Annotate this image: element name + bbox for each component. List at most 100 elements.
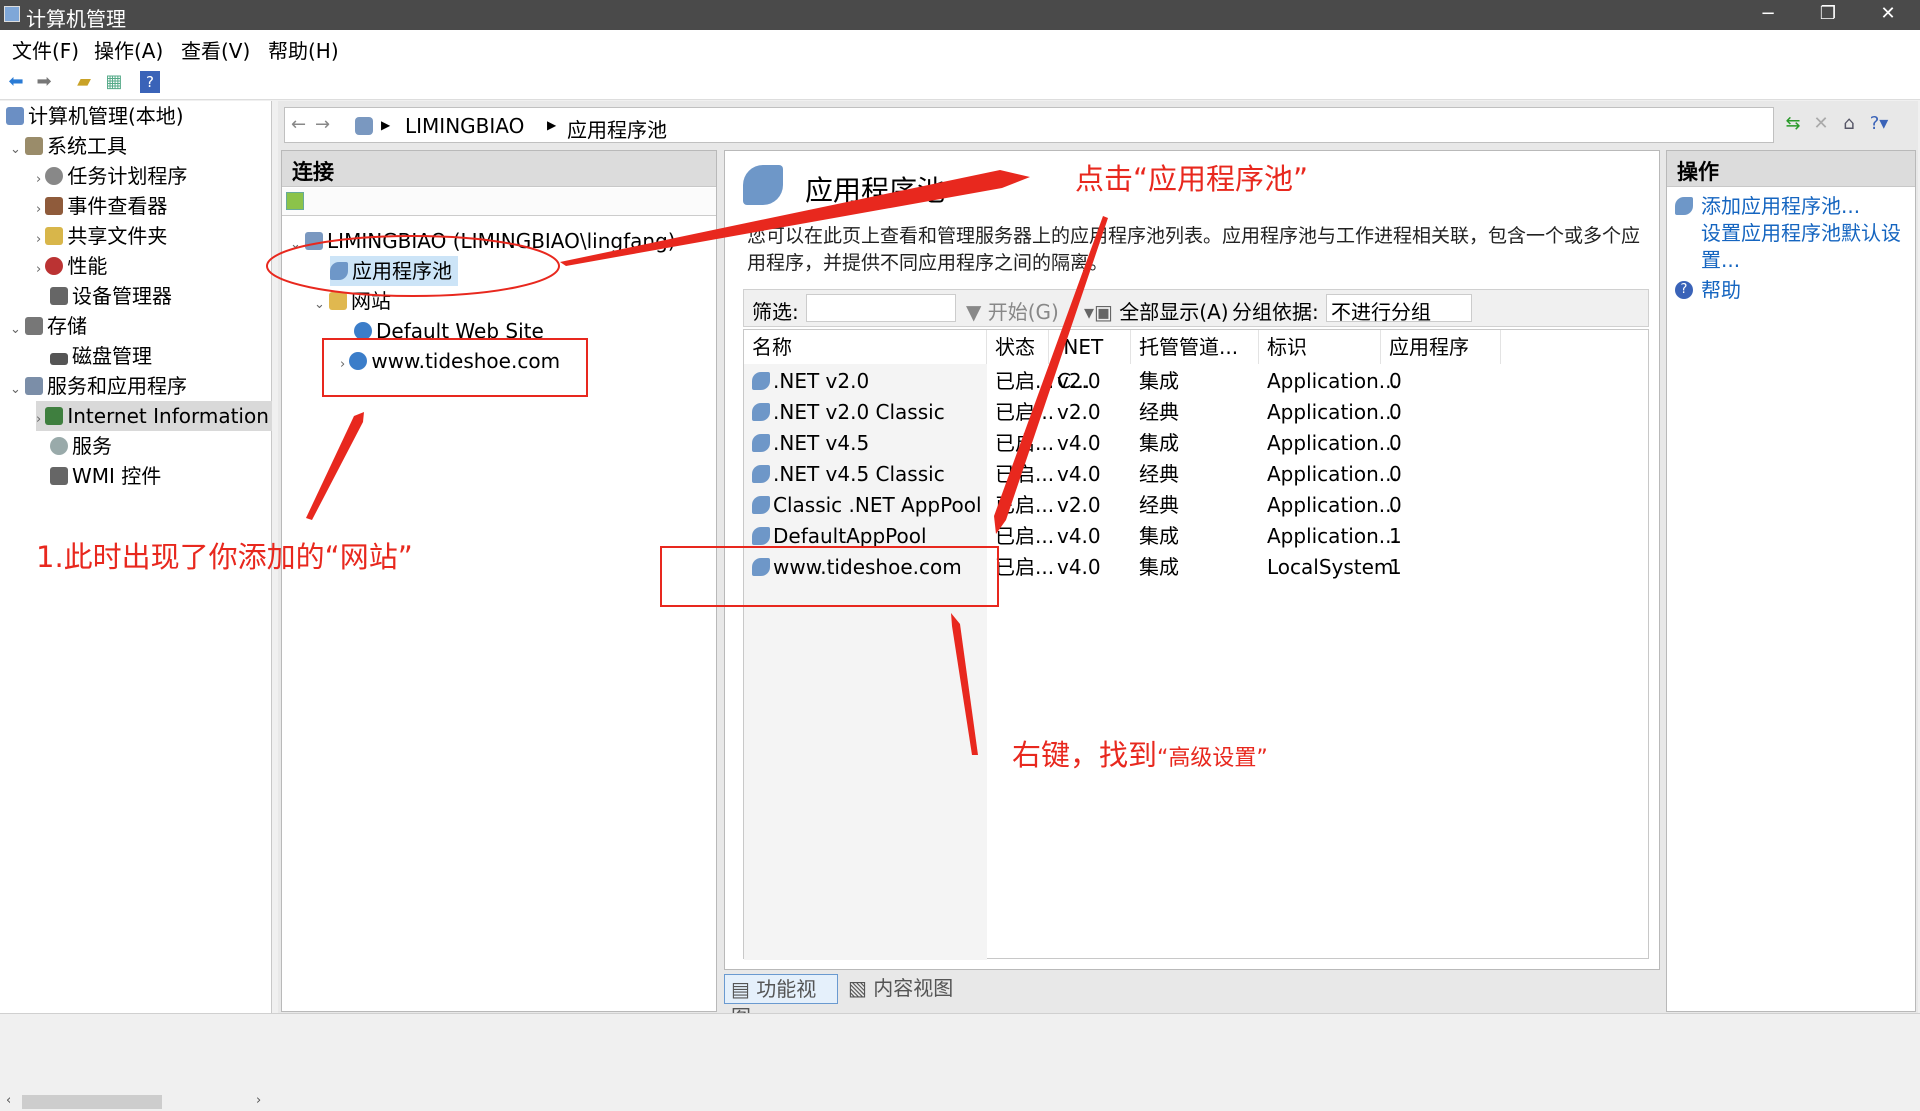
col-pipeline[interactable]: 托管管道... — [1131, 330, 1259, 364]
tree-root[interactable]: 计算机管理(本地) — [6, 101, 184, 131]
conn-custom-site[interactable]: › www.tideshoe.com — [340, 346, 560, 376]
table-row[interactable]: DefaultAppPool 已启... v4.0 集成 Application... 1 — [744, 521, 1648, 552]
table-cell: 经典 — [1139, 493, 1179, 517]
conn-default-site[interactable]: Default Web Site — [354, 316, 544, 346]
menu-view[interactable]: 查看(V) — [181, 35, 250, 64]
annotation-site-appeared: 1.此时出现了你添加的“网站” — [36, 540, 413, 574]
show-all-icon: ▾▣ — [1084, 300, 1120, 324]
globe-icon — [349, 352, 368, 370]
horizontal-scrollbar[interactable]: ‹ › — [2, 1093, 270, 1111]
table-cell: 经典 — [1139, 462, 1179, 486]
tab-features-view[interactable]: ▤ 功能视图 — [724, 974, 838, 1029]
sites-folder-icon — [329, 292, 348, 310]
table-cell: v4.0 — [1057, 555, 1101, 579]
actions-pane: 操作 添加应用程序池... 设置应用程序池默认设置... ? 帮助 — [1666, 150, 1916, 1012]
table-cell: 0 — [1389, 369, 1402, 393]
nav-back-icon[interactable]: ← — [291, 114, 306, 135]
storage-icon — [25, 317, 44, 335]
minimize-button[interactable]: − — [1740, 0, 1796, 30]
pool-name-cell: Classic .NET AppPool — [752, 490, 982, 521]
tree-device-manager[interactable]: 设备管理器 — [50, 281, 172, 311]
col-status[interactable]: 状态 — [987, 330, 1049, 364]
new-connection-icon[interactable] — [286, 192, 304, 210]
tree-storage[interactable]: ⌄ 存储 — [10, 311, 87, 341]
tree-task-scheduler[interactable]: › 任务计划程序 — [36, 161, 187, 191]
tree-iis-manager[interactable]: › Internet Information — [36, 401, 272, 431]
table-cell: 已启... — [995, 400, 1055, 424]
table-cell: v4.0 — [1057, 462, 1101, 486]
menu-help[interactable]: 帮助(H) — [268, 35, 339, 64]
menu-action[interactable]: 操作(A) — [94, 35, 163, 64]
table-row[interactable]: .NET v2.0 Classic 已启... v2.0 经典 Application.… — [744, 397, 1648, 428]
back-arrow-icon[interactable]: ⬅ — [4, 71, 28, 93]
table-cell: 集成 — [1139, 524, 1179, 548]
scroll-right-icon[interactable]: › — [256, 1093, 261, 1108]
tree-disk-management[interactable]: 磁盘管理 — [50, 341, 152, 371]
set-pool-defaults-link[interactable]: 设置应用程序池默认设置... — [1701, 220, 1907, 274]
wmi-icon — [50, 467, 68, 485]
filter-input[interactable] — [806, 294, 956, 322]
maximize-button[interactable]: ❐ — [1800, 0, 1856, 30]
up-folder-icon[interactable]: ▰ — [72, 71, 96, 93]
tree-event-viewer[interactable]: › 事件查看器 — [36, 191, 167, 221]
group-by-label: 分组依据: — [1232, 300, 1319, 324]
stop-icon[interactable]: ✕ — [1808, 110, 1834, 138]
add-app-pool-link[interactable]: 添加应用程序池... — [1701, 193, 1911, 220]
filter-start-button[interactable]: ▼ 开始(G) — [966, 296, 1059, 325]
table-row[interactable]: .NET v2.0 已启... v2.0 集成 Application... 0 — [744, 366, 1648, 397]
forward-arrow-icon[interactable]: ➡ — [32, 71, 56, 93]
table-row[interactable]: Classic .NET AppPool 已启... v2.0 经典 Applicati… — [744, 490, 1648, 521]
tree-services[interactable]: 服务 — [50, 431, 112, 461]
annotation-click-pools: 点击“应用程序池” — [1075, 162, 1309, 196]
col-identity[interactable]: 标识 — [1259, 330, 1381, 364]
col-applications[interactable]: 应用程序 — [1381, 330, 1501, 364]
tree-services-apps[interactable]: ⌄ 服务和应用程序 — [10, 371, 187, 401]
breadcrumb-server[interactable]: LIMINGBIAO — [405, 114, 524, 138]
table-row[interactable]: .NET v4.5 Classic 已启... v4.0 经典 Application.… — [744, 459, 1648, 490]
table-cell: 集成 — [1139, 555, 1179, 579]
menu-file[interactable]: 文件(F) — [12, 35, 79, 64]
group-by-select[interactable]: 不进行分组 — [1326, 294, 1472, 324]
conn-app-pools[interactable]: 应用程序池 — [330, 256, 458, 286]
app-pool-icon — [752, 558, 770, 576]
refresh-icon[interactable]: ⇆ — [1780, 110, 1806, 138]
col-dotnet-clr[interactable]: .NET C... — [1049, 330, 1131, 393]
table-row[interactable]: www.tideshoe.com 已启... v4.0 集成 LocalSystem 1 — [744, 552, 1648, 583]
col-name[interactable]: 名称 — [744, 330, 987, 364]
nav-forward-icon[interactable]: → — [315, 114, 330, 135]
breadcrumb-separator: ▶ — [381, 118, 391, 132]
close-button[interactable]: ✕ — [1860, 0, 1916, 30]
table-cell: 已启... — [995, 431, 1055, 455]
app-pools-grid: 名称 状态 .NET C... 托管管道... 标识 应用程序 .NET v2.… — [743, 329, 1649, 960]
conn-server-node[interactable]: ⌄ LIMINGBIAO (LIMINGBIAO\lingfang) — [290, 226, 676, 256]
tree-performance[interactable]: › 性能 — [36, 251, 107, 281]
help-icon[interactable]: ? — [140, 71, 160, 93]
help-dropdown-icon[interactable]: ?▾ — [1866, 110, 1892, 138]
breadcrumb-page[interactable]: 应用程序池 — [567, 114, 667, 143]
table-cell: 0 — [1389, 493, 1402, 517]
window-title: 计算机管理 — [26, 7, 126, 31]
tree-wmi-control[interactable]: WMI 控件 — [50, 461, 161, 491]
table-cell: 已启... — [995, 462, 1055, 486]
table-row[interactable]: .NET v4.5 已启... v4.0 集成 Application... 0 — [744, 428, 1648, 459]
connections-header: 连接 — [282, 151, 716, 187]
scrollbar-thumb[interactable] — [22, 1095, 162, 1109]
table-cell: v2.0 — [1057, 400, 1101, 424]
connections-toolbar — [282, 188, 716, 216]
breadcrumb-separator: ▶ — [547, 118, 557, 132]
tab-content-view[interactable]: ▧ 内容视图 — [842, 974, 962, 1004]
show-hide-tree-icon[interactable]: ▦ — [102, 71, 126, 93]
app-pool-icon — [752, 496, 770, 514]
tree-system-tools[interactable]: ⌄ 系统工具 — [10, 131, 127, 161]
server-icon — [305, 232, 324, 250]
actions-help-link[interactable]: 帮助 — [1701, 277, 1741, 304]
scroll-left-icon[interactable]: ‹ — [6, 1093, 11, 1108]
show-all-button[interactable]: ▾▣ 全部显示(A) — [1084, 296, 1229, 325]
help-icon: ? — [1675, 281, 1693, 299]
globe-icon — [354, 322, 372, 340]
home-icon[interactable]: ⌂ — [1836, 110, 1862, 138]
tree-shared-folders[interactable]: › 共享文件夹 — [36, 221, 167, 251]
title-bar: 计算机管理 − ❐ ✕ — [0, 0, 1920, 31]
menu-bar: 文件(F) 操作(A) 查看(V) 帮助(H) — [0, 30, 1920, 64]
conn-sites[interactable]: ⌄ 网站 — [314, 286, 391, 316]
